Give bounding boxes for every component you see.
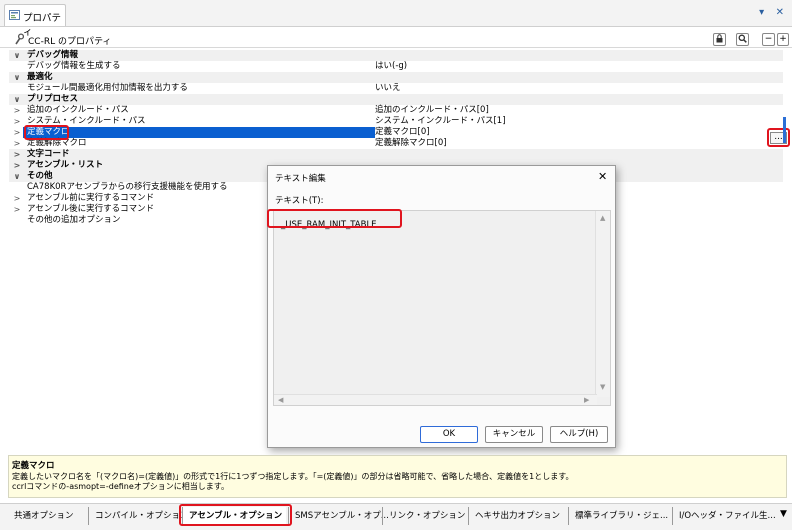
description-title: 定義マクロ (12, 461, 55, 471)
category-label: その他 (27, 171, 53, 181)
expand-icon[interactable]: > (12, 116, 22, 127)
category-preprocess[interactable]: ∨ プリプロセス (9, 94, 783, 105)
category-label: 文字コード (27, 149, 70, 159)
description-panel: 定義マクロ 定義したいマクロ名を「(マクロ名)=(定義値)」の形式で1行に1つず… (8, 455, 787, 498)
collapse-icon[interactable]: ∨ (12, 50, 22, 61)
selection-highlight (23, 127, 375, 138)
expand-icon[interactable]: > (12, 138, 22, 149)
tab-hex-output-options[interactable]: ヘキサ出力オプション (468, 507, 568, 525)
property-value[interactable]: いいえ (375, 83, 401, 94)
tab-stdlib-options[interactable]: 標準ライブラリ・ジェ... (568, 507, 672, 525)
horizontal-scrollbar[interactable]: ◀ ▶ (274, 394, 597, 405)
properties-icon (9, 10, 20, 20)
category-optimize[interactable]: ∨ 最適化 (9, 72, 783, 83)
highlight-assemble-tab (179, 504, 292, 526)
lock-button[interactable] (713, 33, 726, 46)
lock-icon (716, 34, 723, 43)
text-label: テキスト(T): (275, 196, 324, 206)
property-row[interactable]: デバッグ情報を生成する はい(-g) (9, 61, 783, 72)
dialog-title: テキスト編集 (275, 174, 326, 184)
expand-icon[interactable]: > (12, 193, 22, 204)
tab-common-options[interactable]: 共通オプション (8, 507, 88, 525)
tab-properties[interactable]: プロパティ (4, 4, 66, 38)
category-charcode[interactable]: > 文字コード (9, 149, 783, 160)
scroll-left-icon[interactable]: ◀ (278, 396, 283, 404)
cancel-button[interactable]: キャンセル (485, 426, 543, 443)
collapse-icon[interactable]: ∨ (12, 72, 22, 83)
tab-compile-options[interactable]: コンパイル・オプション (88, 507, 189, 525)
help-button[interactable]: ヘルプ(H) (550, 426, 608, 443)
ok-button[interactable]: OK (420, 426, 478, 443)
window-controls[interactable]: ▾ ✕ (759, 7, 788, 18)
highlight-defined-macro (24, 125, 69, 140)
property-row[interactable]: > システム・インクルード・パス システム・インクルード・パス[1] (9, 116, 783, 127)
collapse-icon[interactable]: ∨ (12, 171, 22, 182)
text-edit-dialog: テキスト編集 ✕ テキスト(T): _USE_RAM_INIT_TABLE ▲ … (267, 165, 616, 448)
panel-titlebar: プロパティ ▾ ✕ (0, 0, 792, 38)
expand-icon[interactable]: > (12, 160, 22, 171)
scroll-up-icon[interactable]: ▲ (600, 214, 605, 222)
property-name: CA78K0Rアセンブラからの移行支援機能を使用する (27, 182, 228, 192)
highlight-ellipsis (767, 128, 790, 147)
property-row-selected[interactable]: > 定義マクロ 定義マクロ[0] (9, 127, 783, 138)
scroll-right-icon[interactable]: ▶ (584, 396, 589, 404)
collapse-all-button[interactable]: − (762, 33, 775, 46)
property-name: アセンブル後に実行するコマンド (27, 204, 155, 214)
property-title: CC-RL のプロパティ (28, 37, 112, 47)
highlight-text-value (267, 209, 402, 228)
property-value[interactable]: 追加のインクルード・パス[0] (375, 105, 489, 116)
scroll-down-icon[interactable]: ▼ (600, 383, 605, 391)
search-icon (738, 34, 747, 43)
property-header: CC-RL のプロパティ − + (0, 32, 792, 48)
close-icon[interactable]: ✕ (598, 170, 607, 183)
property-value[interactable]: システム・インクルード・パス[1] (375, 116, 506, 127)
property-value[interactable]: はい(-g) (375, 61, 407, 72)
property-row[interactable]: > 追加のインクルード・パス 追加のインクルード・パス[0] (9, 105, 783, 116)
property-row[interactable]: モジュール間最適化用付加情報を出力する いいえ (9, 83, 783, 94)
expand-icon[interactable]: > (12, 149, 22, 160)
property-value[interactable]: 定義解除マクロ[0] (375, 138, 447, 149)
property-name: その他の追加オプション (27, 215, 121, 225)
expand-icon[interactable]: > (12, 204, 22, 215)
search-button[interactable] (736, 33, 749, 46)
grid-scrollbar[interactable] (783, 117, 786, 143)
tab-io-header-options[interactable]: I/Oヘッダ・ファイル生... (672, 507, 778, 525)
tab-overflow-icon[interactable]: ▼ (780, 509, 787, 519)
property-name: モジュール間最適化用付加情報を出力する (27, 83, 188, 93)
category-label: 最適化 (27, 72, 53, 82)
expand-icon[interactable]: > (12, 127, 22, 138)
property-name: アセンブル前に実行するコマンド (27, 193, 155, 203)
category-label: アセンブル・リスト (27, 160, 104, 170)
category-label: プリプロセス (27, 94, 79, 104)
category-label: デバッグ情報 (27, 50, 79, 60)
text-area[interactable]: _USE_RAM_INIT_TABLE ▲ ▼ ◀ ▶ (273, 210, 611, 406)
expand-all-button[interactable]: + (777, 33, 789, 46)
tab-link-options[interactable]: リンク・オプション (382, 507, 468, 525)
wrench-icon (15, 33, 24, 45)
description-line: ccrlコマンドの-asmopt=-defineオプションに相当します。 (12, 482, 229, 491)
property-value[interactable]: 定義マクロ[0] (375, 127, 430, 138)
expand-icon[interactable]: > (12, 105, 22, 116)
collapse-icon[interactable]: ∨ (12, 94, 22, 105)
tab-sms-assemble-options[interactable]: SMSアセンブル・オプ... (288, 507, 389, 525)
property-name: 追加のインクルード・パス (27, 105, 129, 115)
vertical-scrollbar[interactable]: ▲ ▼ (595, 211, 610, 397)
property-row[interactable]: > 定義解除マクロ 定義解除マクロ[0] (9, 138, 783, 149)
category-debug[interactable]: ∨ デバッグ情報 (9, 50, 783, 61)
property-name: デバッグ情報を生成する (27, 61, 121, 71)
option-tabs: 共通オプション コンパイル・オプション アセンブル・オプション SMSアセンブル… (0, 503, 792, 530)
